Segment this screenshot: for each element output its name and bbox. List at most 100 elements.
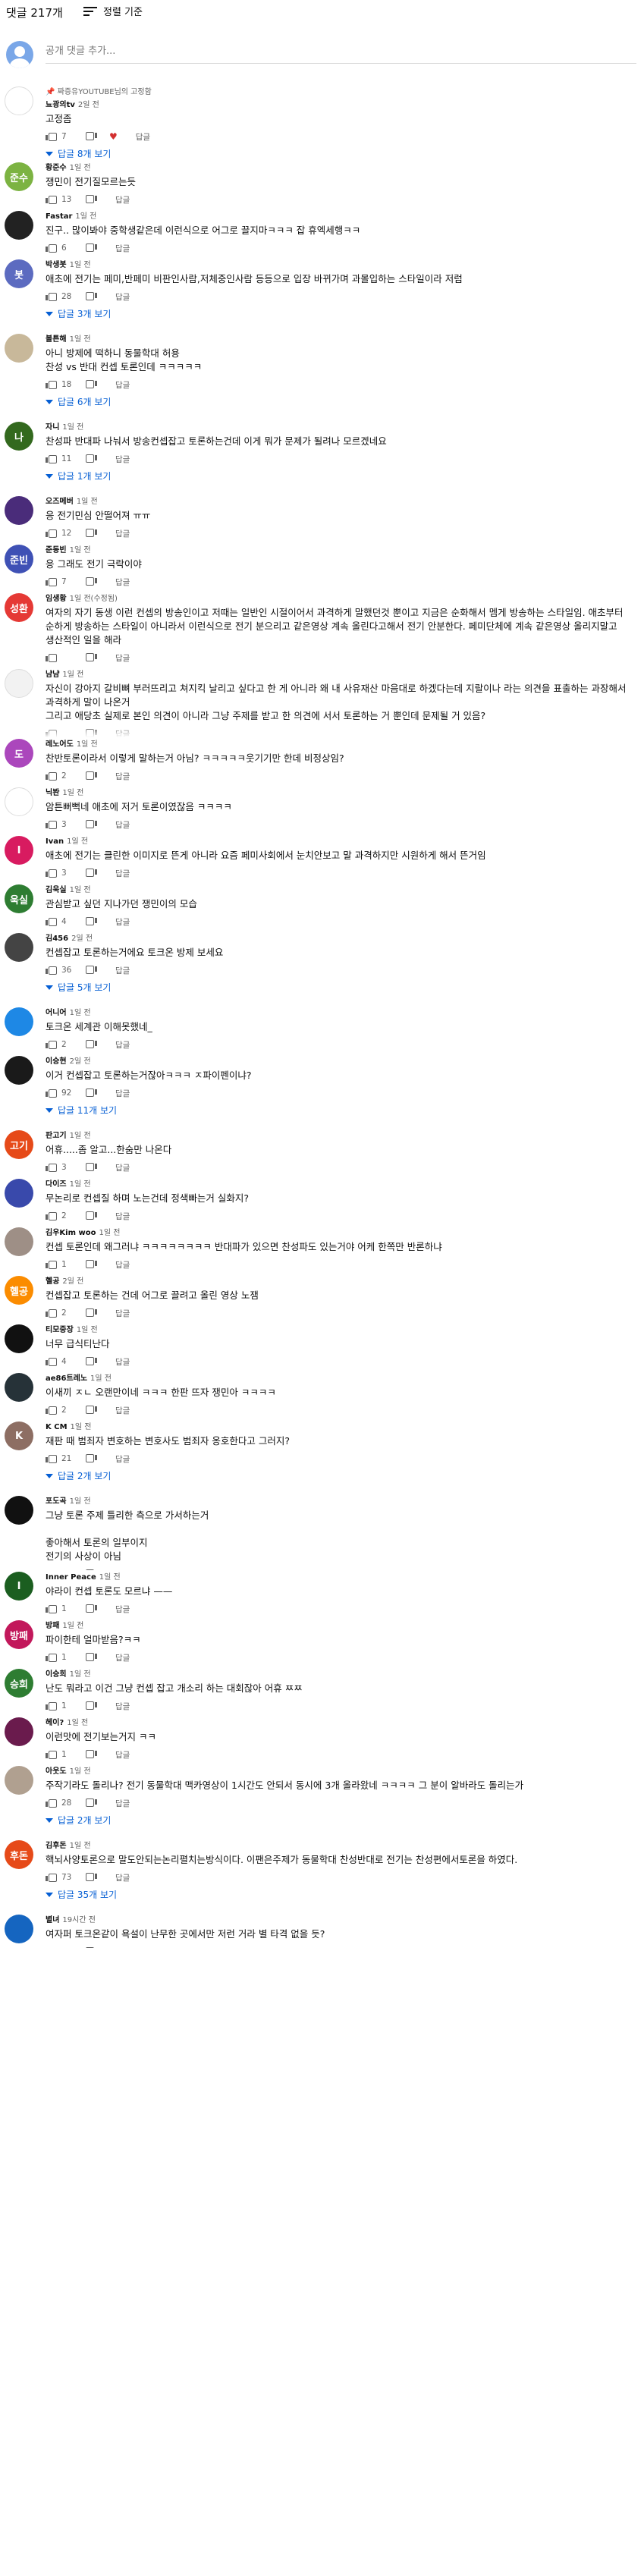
comment-avatar[interactable]: 혤공 [5,1276,33,1305]
comment-author[interactable]: 준동빈 [46,546,67,554]
comment-time[interactable]: 2일 전 [62,1277,83,1286]
comment-avatar[interactable] [5,334,33,363]
comment-author[interactable]: 포도곡 [46,1497,67,1506]
reply-button[interactable]: 답글 [115,1162,130,1173]
thumbs-up-icon[interactable] [46,1405,57,1415]
comment-author[interactable]: ae86트레노 [46,1374,87,1383]
comment-author[interactable]: K CM [46,1423,68,1431]
thumbs-down-icon[interactable] [86,1701,97,1711]
thumbs-up-icon[interactable] [46,291,57,302]
comment-time[interactable]: 1일 전 [70,1670,91,1679]
comment-avatar[interactable] [5,86,33,115]
reply-button[interactable]: 답글 [115,1604,130,1615]
thumbs-up-icon[interactable] [46,1798,57,1808]
thumbs-down-icon[interactable] [86,652,97,663]
comment-avatar[interactable] [5,1373,33,1402]
comment-avatar[interactable]: 준빈 [5,545,33,573]
comment-avatar[interactable]: 승희 [5,1669,33,1698]
comment-author[interactable]: 오즈메버 [46,498,74,506]
comment-time[interactable]: 1일 전 [70,1009,91,1017]
thumbs-up-icon[interactable] [46,1211,57,1221]
thumbs-up-icon[interactable] [46,1162,57,1173]
thumbs-down-icon[interactable] [86,379,97,390]
comment-time[interactable]: 1일 전 [62,423,83,432]
comment-time[interactable]: 1일 전 [70,886,91,894]
reply-button[interactable]: 답글 [115,652,130,664]
comment-avatar[interactable] [5,211,33,240]
thumbs-down-icon[interactable] [86,1652,97,1663]
reply-button[interactable]: 답글 [115,1405,130,1416]
thumbs-down-icon[interactable] [86,819,97,830]
thumbs-down-icon[interactable] [86,1356,97,1367]
comment-author[interactable]: 다이즈 [46,1180,67,1189]
reply-button[interactable]: 답글 [115,576,130,588]
comment-time[interactable]: 1일 전 [62,789,83,797]
comment-time[interactable]: 2일 전 [71,935,93,943]
comment-avatar[interactable]: 준수 [5,162,33,191]
thumbs-up-icon[interactable] [46,243,57,253]
thumbs-up-icon[interactable] [46,1701,57,1711]
comment-time[interactable]: 1일 전 [77,498,98,506]
comment-author[interactable]: 김우Kim woo [46,1229,96,1237]
thumbs-down-icon[interactable] [86,131,97,142]
comment-time[interactable]: 1일 전 [77,740,98,749]
comment-author[interactable]: 혤공 [46,1277,59,1286]
reply-button[interactable]: 답글 [115,1211,130,1222]
reply-button[interactable]: 답글 [115,1652,130,1663]
thumbs-up-icon[interactable] [46,194,57,205]
thumbs-down-icon[interactable] [86,868,97,878]
comment-avatar[interactable] [5,1915,33,1943]
comment-avatar[interactable]: 성환 [5,593,33,622]
reply-button[interactable]: 답글 [115,528,130,539]
view-replies-button[interactable]: 답글 3개 보기 [46,307,633,320]
reply-button[interactable]: 답글 [115,771,130,782]
thumbs-up-icon[interactable] [46,1604,57,1614]
comment-avatar[interactable]: 방패 [5,1620,33,1649]
comment-time[interactable]: 1일 전 [70,1842,91,1850]
comment-avatar[interactable] [5,1324,33,1353]
comment-author[interactable]: 티모중장 [46,1326,74,1334]
comment-avatar[interactable]: 봇 [5,259,33,288]
comment-avatar[interactable]: 나 [5,422,33,451]
thumbs-up-icon[interactable] [46,1308,57,1318]
comment-avatar[interactable]: 후돈 [5,1840,33,1869]
comment-time[interactable]: 1일 전 [75,212,96,221]
comment-time[interactable]: 2일 전 [78,101,99,109]
reply-button[interactable]: 답글 [115,1308,130,1319]
thumbs-down-icon[interactable] [86,243,97,253]
comment-avatar[interactable] [5,1717,33,1746]
comment-avatar[interactable] [5,1179,33,1208]
comment-time[interactable]: 1일 전 [67,837,88,846]
comment-time[interactable]: 1일 전 [70,1767,91,1776]
comment-author[interactable]: 김욱실 [46,886,67,894]
reply-button[interactable]: 답글 [115,1088,130,1099]
thumbs-up-icon[interactable] [46,131,57,142]
reply-button[interactable]: 답글 [115,194,130,206]
reply-button[interactable]: 답글 [115,291,130,303]
thumbs-down-icon[interactable] [86,291,97,302]
comment-author[interactable]: 황준수 [46,164,67,172]
reply-button[interactable]: 답글 [115,454,130,465]
thumbs-up-icon[interactable] [46,1088,57,1098]
thumbs-down-icon[interactable] [86,1211,97,1221]
comment-author[interactable]: 레노어도 [46,740,74,749]
comment-avatar[interactable] [5,669,33,698]
view-replies-button[interactable]: 답글 2개 보기 [46,1814,633,1827]
reply-button[interactable]: 답글 [136,131,150,143]
thumbs-up-icon[interactable] [46,454,57,464]
thumbs-down-icon[interactable] [86,1308,97,1318]
reply-button[interactable]: 답글 [115,1701,130,1712]
thumbs-up-icon[interactable] [46,1259,57,1270]
reply-button[interactable]: 답글 [115,1039,130,1051]
comment-time[interactable]: 1일 전 [77,1326,98,1334]
thumbs-up-icon[interactable] [46,1946,57,1948]
comment-author[interactable]: 이승현 [46,1057,67,1066]
comment-time[interactable]: 2일 전 [70,1057,91,1066]
comment-time[interactable]: 1일 전 [99,1573,121,1582]
thumbs-down-icon[interactable] [86,1405,97,1415]
comment-author[interactable]: 방패 [46,1622,59,1630]
reply-button[interactable]: 답글 [115,379,130,391]
thumbs-down-icon[interactable] [86,1872,97,1883]
thumbs-down-icon[interactable] [86,1604,97,1614]
comment-time[interactable]: 1일 전 [71,1423,92,1431]
